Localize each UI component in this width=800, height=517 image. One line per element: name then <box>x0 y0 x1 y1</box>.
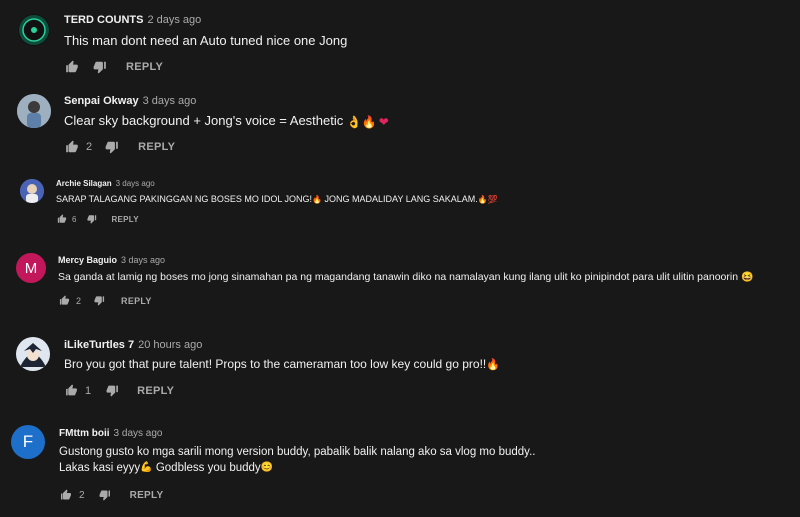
avatar[interactable] <box>17 94 51 128</box>
like-count: 2 <box>76 295 82 306</box>
comment-timestamp[interactable]: 3 days ago <box>116 179 155 188</box>
fire-icon: 🔥 <box>312 195 323 205</box>
person-photo-icon <box>17 94 51 128</box>
comment-text: Gustong gusto ko mga sarili mong version… <box>59 446 536 458</box>
thumbs-down-icon <box>106 384 119 397</box>
comment-timestamp[interactable]: 20 hours ago <box>138 339 202 351</box>
comment-timestamp[interactable]: 3 days ago <box>114 428 163 439</box>
avatar[interactable]: M <box>16 253 46 283</box>
comment-timestamp[interactable]: 3 days ago <box>121 255 165 265</box>
comment-text: Sa ganda at lamig ng boses mo jong sinam… <box>58 271 753 283</box>
dislike-button[interactable] <box>104 140 120 154</box>
dislike-button[interactable] <box>105 384 119 397</box>
thumbs-down-icon <box>87 214 97 224</box>
like-button[interactable] <box>64 384 78 397</box>
like-button[interactable] <box>64 140 80 154</box>
reply-button[interactable]: REPLY <box>121 296 152 306</box>
thumbs-up-icon <box>60 489 72 501</box>
like-count: 2 <box>79 489 85 501</box>
comment-text-body-2: Godbless you buddy <box>152 462 261 474</box>
like-button[interactable] <box>64 60 80 74</box>
comment-text-body: SARAP TALAGANG PAKINGGAN NG BOSES MO IDO… <box>56 194 313 204</box>
reply-button[interactable]: REPLY <box>126 61 163 73</box>
comment-timestamp[interactable]: 2 days ago <box>147 14 201 26</box>
thumbs-up-icon <box>57 214 67 224</box>
comment-text: Clear sky background + Jong's voice = Ae… <box>64 113 389 129</box>
comment-text: Bro you got that pure talent! Props to t… <box>64 357 500 371</box>
thumbs-up-icon <box>65 140 79 154</box>
reply-button[interactable]: REPLY <box>138 141 175 153</box>
reply-button[interactable]: REPLY <box>130 490 164 501</box>
fire-icon: 🔥 <box>361 114 377 129</box>
red-heart-icon: ❤ <box>378 114 389 129</box>
comment-author[interactable]: Archie Silagan <box>56 179 112 188</box>
comment-author[interactable]: iLikeTurtles 7 <box>64 339 134 351</box>
comment-author[interactable]: FMttm boii <box>59 428 110 439</box>
comment-text: SARAP TALAGANG PAKINGGAN NG BOSES MO IDO… <box>56 194 498 204</box>
reply-button[interactable]: REPLY <box>111 215 138 224</box>
flexed-biceps-icon: 💪 <box>140 462 153 474</box>
comment-author[interactable]: Mercy Baguio <box>58 255 117 265</box>
comment-text-body: Bro you got that pure talent! Props to t… <box>64 357 487 371</box>
dislike-button[interactable] <box>92 60 108 74</box>
thumbs-up-icon <box>59 295 70 306</box>
like-button[interactable] <box>58 295 70 306</box>
green-record-logo-icon <box>19 15 49 45</box>
hundred-icon: 💯 <box>487 195 498 205</box>
thumbs-down-icon <box>105 140 119 154</box>
thumbs-down-icon <box>93 60 107 74</box>
dislike-button[interactable] <box>86 214 97 224</box>
comment-text: This man dont need an Auto tuned nice on… <box>64 33 348 48</box>
smiling-face-icon: 😊 <box>260 462 274 474</box>
anime-character-icon <box>16 337 50 371</box>
dislike-button[interactable] <box>93 295 105 306</box>
like-button[interactable] <box>59 489 72 501</box>
like-count: 2 <box>86 141 93 153</box>
avatar-letter: F <box>22 432 34 451</box>
comment-text-body: Lakas kasi eyyy <box>59 462 141 474</box>
dislike-button[interactable] <box>99 489 112 501</box>
comment-timestamp[interactable]: 3 days ago <box>143 95 197 107</box>
fire-icon: 🔥 <box>477 195 488 205</box>
avatar[interactable] <box>16 337 50 371</box>
ok-hand-icon: 👌 <box>346 114 362 129</box>
thumbs-down-icon <box>99 489 111 501</box>
comment-text-body-2: JONG MADALIDAY LANG SAKALAM. <box>322 194 478 204</box>
thumbs-up-icon <box>65 60 79 74</box>
comment-text-body: Sa ganda at lamig ng boses mo jong sinam… <box>58 271 739 283</box>
like-count: 1 <box>85 384 92 397</box>
thumbs-down-icon <box>94 295 105 306</box>
person-photo-icon <box>20 179 44 203</box>
like-button[interactable] <box>56 214 67 224</box>
grinning-face-icon: 😆 <box>740 271 754 283</box>
avatar-letter: M <box>24 259 38 277</box>
comment-author[interactable]: Senpai Okway <box>64 95 139 107</box>
reply-button[interactable]: REPLY <box>137 385 174 397</box>
comment-text-line-2: Lakas kasi eyyy💪 Godbless you buddy😊 <box>59 462 273 474</box>
fire-icon: 🔥 <box>486 359 500 372</box>
thumbs-up-icon <box>65 384 78 397</box>
like-count: 6 <box>72 214 77 224</box>
avatar[interactable] <box>20 179 44 203</box>
comment-text-body: Clear sky background + Jong's voice = Ae… <box>64 113 344 128</box>
avatar[interactable] <box>18 14 50 46</box>
comment-author[interactable]: TERD COUNTS <box>64 14 143 26</box>
avatar[interactable]: F <box>11 425 45 459</box>
